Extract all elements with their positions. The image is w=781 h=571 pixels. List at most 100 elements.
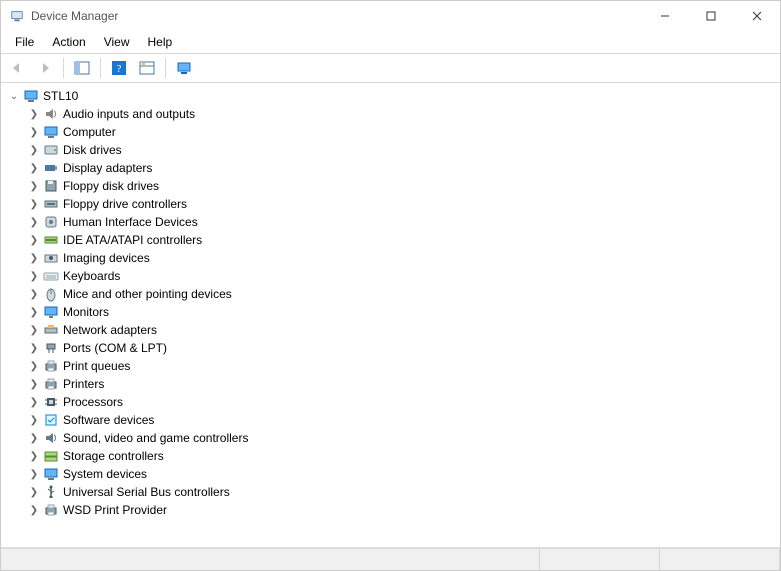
- show-hide-tree-button[interactable]: [70, 56, 94, 80]
- pane-icon: [74, 60, 90, 76]
- menu-help[interactable]: Help: [140, 33, 181, 51]
- tree-node[interactable]: ❯ Print queues: [3, 357, 778, 375]
- chevron-right-icon[interactable]: ❯: [27, 143, 41, 157]
- tree-node-label: Imaging devices: [63, 251, 150, 265]
- device-tree[interactable]: ⌄STL10❯Audio inputs and outputs❯Computer…: [1, 83, 780, 548]
- tree-root-node[interactable]: ⌄STL10: [3, 87, 778, 105]
- forward-button[interactable]: [33, 56, 57, 80]
- chevron-right-icon[interactable]: ❯: [27, 377, 41, 391]
- tree-node[interactable]: ❯Display adapters: [3, 159, 778, 177]
- chevron-right-icon[interactable]: ❯: [27, 251, 41, 265]
- chevron-right-icon[interactable]: ❯: [27, 359, 41, 373]
- chevron-right-icon[interactable]: ❯: [27, 503, 41, 517]
- tree-node[interactable]: ❯ IDE ATA/ATAPI controllers: [3, 231, 778, 249]
- audio-icon: [43, 106, 59, 122]
- chevron-right-icon[interactable]: ❯: [27, 323, 41, 337]
- tree-node-label: Disk drives: [63, 143, 122, 157]
- floppy-icon: [43, 178, 59, 194]
- tree-node[interactable]: ❯ Keyboards: [3, 267, 778, 285]
- toolbar-separator: [63, 58, 64, 78]
- chevron-right-icon[interactable]: ❯: [27, 179, 41, 193]
- tree-node[interactable]: ❯System devices: [3, 465, 778, 483]
- menu-view[interactable]: View: [96, 33, 138, 51]
- keyboard-icon: [43, 268, 59, 284]
- menubar: File Action View Help: [1, 31, 780, 53]
- tree-node[interactable]: ❯Computer: [3, 123, 778, 141]
- tree-node[interactable]: ❯Universal Serial Bus controllers: [3, 483, 778, 501]
- chevron-right-icon[interactable]: ❯: [27, 161, 41, 175]
- tree-node[interactable]: ❯ Floppy drive controllers: [3, 195, 778, 213]
- menu-action[interactable]: Action: [44, 33, 93, 51]
- tree-node[interactable]: ❯ Imaging devices: [3, 249, 778, 267]
- properties-button[interactable]: [135, 56, 159, 80]
- tree-node[interactable]: ❯ Sound, video and game controllers: [3, 429, 778, 447]
- tree-node[interactable]: ❯Network adapters: [3, 321, 778, 339]
- close-button[interactable]: [734, 1, 780, 31]
- disk-icon: [43, 142, 59, 158]
- help-button[interactable]: ?: [107, 56, 131, 80]
- tree-node[interactable]: ❯ Floppy disk drives: [3, 177, 778, 195]
- statusbar-main: [1, 549, 540, 570]
- usb-icon: [43, 484, 59, 500]
- statusbar-cell: [660, 549, 780, 570]
- tree-node[interactable]: ❯Processors: [3, 393, 778, 411]
- properties-icon: [139, 60, 155, 76]
- chevron-right-icon[interactable]: ❯: [27, 467, 41, 481]
- display-adapter-icon: [43, 160, 59, 176]
- svg-text:?: ?: [117, 63, 122, 75]
- monitor-icon: [43, 304, 59, 320]
- tree-node[interactable]: ❯ Monitors: [3, 303, 778, 321]
- tree-node-label: Sound, video and game controllers: [63, 431, 248, 445]
- statusbar-cell: [540, 549, 660, 570]
- chevron-right-icon[interactable]: ❯: [27, 269, 41, 283]
- tree-node[interactable]: ❯Ports (COM & LPT): [3, 339, 778, 357]
- chevron-right-icon[interactable]: ❯: [27, 233, 41, 247]
- chevron-right-icon[interactable]: ❯: [27, 107, 41, 121]
- back-button[interactable]: [5, 56, 29, 80]
- tree-node[interactable]: ❯Software devices: [3, 411, 778, 429]
- help-icon: ?: [111, 60, 127, 76]
- menu-file[interactable]: File: [7, 33, 42, 51]
- tree-node-label: Keyboards: [63, 269, 120, 283]
- tree-node-label: Storage controllers: [63, 449, 164, 463]
- printer-icon: [43, 376, 59, 392]
- chevron-right-icon[interactable]: ❯: [27, 449, 41, 463]
- tree-node[interactable]: ❯Printers: [3, 375, 778, 393]
- tree-node-label: Print queues: [63, 359, 130, 373]
- chevron-right-icon[interactable]: ❯: [27, 215, 41, 229]
- chevron-right-icon[interactable]: ❯: [27, 431, 41, 445]
- tree-node[interactable]: ❯Human Interface Devices: [3, 213, 778, 231]
- arrow-left-icon: [9, 60, 25, 76]
- computer-icon: [43, 124, 59, 140]
- tree-node-label: Floppy drive controllers: [63, 197, 187, 211]
- chevron-right-icon[interactable]: ❯: [27, 305, 41, 319]
- processor-icon: [43, 394, 59, 410]
- hid-icon: [43, 214, 59, 230]
- tree-node[interactable]: ❯ Disk drives: [3, 141, 778, 159]
- tree-node-label: IDE ATA/ATAPI controllers: [63, 233, 202, 247]
- tree-node-label: Floppy disk drives: [63, 179, 159, 193]
- chevron-right-icon[interactable]: ❯: [27, 413, 41, 427]
- imaging-icon: [43, 250, 59, 266]
- tree-node[interactable]: ❯WSD Print Provider: [3, 501, 778, 519]
- system-icon: [43, 466, 59, 482]
- tree-node[interactable]: ❯ Storage controllers: [3, 447, 778, 465]
- chevron-right-icon[interactable]: ❯: [27, 287, 41, 301]
- minimize-button[interactable]: [642, 1, 688, 31]
- chevron-down-icon[interactable]: ⌄: [7, 89, 21, 103]
- chevron-right-icon[interactable]: ❯: [27, 395, 41, 409]
- toolbar-separator: [165, 58, 166, 78]
- tree-node-label: Monitors: [63, 305, 109, 319]
- toolbar: ?: [1, 53, 780, 83]
- titlebar: Device Manager: [1, 1, 780, 31]
- chevron-right-icon[interactable]: ❯: [27, 125, 41, 139]
- chevron-right-icon[interactable]: ❯: [27, 197, 41, 211]
- maximize-button[interactable]: [688, 1, 734, 31]
- storage-icon: [43, 448, 59, 464]
- scan-hardware-button[interactable]: [172, 56, 196, 80]
- chevron-right-icon[interactable]: ❯: [27, 341, 41, 355]
- software-icon: [43, 412, 59, 428]
- chevron-right-icon[interactable]: ❯: [27, 485, 41, 499]
- tree-node[interactable]: ❯Audio inputs and outputs: [3, 105, 778, 123]
- tree-node[interactable]: ❯Mice and other pointing devices: [3, 285, 778, 303]
